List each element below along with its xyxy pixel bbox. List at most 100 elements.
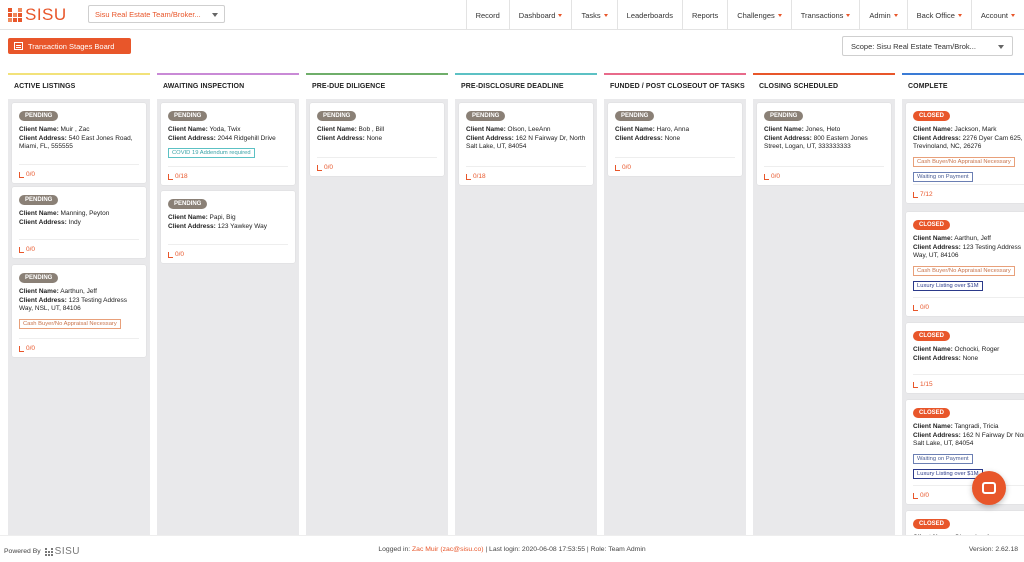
nav-item-challenges[interactable]: Challenges <box>727 0 791 30</box>
transaction-card[interactable]: PENDING Client Name: Manning, Peyton Clien… <box>12 187 146 258</box>
client-address-label: Client Address: <box>913 134 961 142</box>
client-name-label: Client Name: <box>317 126 357 133</box>
task-progress[interactable]: 0/0 <box>764 173 780 180</box>
client-name-label: Client Name: <box>19 210 59 217</box>
nav-item-record[interactable]: Record <box>465 0 509 30</box>
transaction-card[interactable]: PENDING Client Name: Bob , Bill Client Add… <box>310 103 444 176</box>
client-address: Client Address: None <box>913 355 1024 364</box>
client-name-label: Client Name: <box>19 288 59 295</box>
chat-bubble-icon <box>982 482 996 494</box>
task-progress[interactable]: 7/12 <box>913 191 933 198</box>
board-column: ACTIVE LISTINGS PENDING Client Name: Muir … <box>8 73 150 535</box>
column-title: FUNDED / POST CLOSEOUT OF TASKS <box>604 75 746 99</box>
nav-item-label: Dashboard <box>518 10 556 20</box>
task-progress[interactable]: 0/0 <box>168 251 184 258</box>
task-checklist-icon <box>168 251 173 258</box>
client-address-label: Client Address: <box>615 134 663 142</box>
task-progress[interactable]: 0/0 <box>19 246 35 253</box>
nav-item-transactions[interactable]: Transactions <box>790 0 860 30</box>
transaction-tag: Luxury Listing over $1M <box>913 468 983 479</box>
nav-item-admin[interactable]: Admin <box>859 0 906 30</box>
task-checklist-icon <box>317 164 322 171</box>
column-title: CLOSING SCHEDULED <box>753 75 895 99</box>
client-address: Client Address: 162 N Fairway Dr North S… <box>913 432 1024 449</box>
client-name: Client Name: Jones, Heto <box>764 126 884 135</box>
transaction-stages-board-button[interactable]: Transaction Stages Board <box>8 38 131 54</box>
task-checklist-icon <box>764 173 769 180</box>
client-name-label: Client Name: <box>168 126 208 133</box>
transaction-tag: Waiting on Payment <box>913 171 973 182</box>
transaction-card[interactable]: PENDING Client Name: Olson, LeeAnn Client … <box>459 103 593 185</box>
client-name-value: Jones, Heto <box>805 126 841 133</box>
nav-item-dashboard[interactable]: Dashboard <box>508 0 572 30</box>
transaction-tag: Luxury Listing over $1M <box>913 280 983 291</box>
transaction-card[interactable]: CLOSED Client Name: Aarthun, Jeff Client A… <box>906 212 1024 316</box>
task-progress[interactable]: 0/0 <box>615 164 631 171</box>
logged-in-user-link[interactable]: Zac Muir (zac@sisu.co) <box>412 546 483 553</box>
client-name-value: Bob , Bill <box>358 126 385 133</box>
transaction-card[interactable]: CLOSED Client Name: Tangradi, Tricia Clien… <box>906 400 1024 504</box>
client-address: Client Address: 123 Testing Address Way,… <box>19 297 139 314</box>
nav-item-account[interactable]: Account <box>970 0 1024 30</box>
chevron-down-icon <box>212 13 218 17</box>
status-badge: CLOSED <box>913 408 951 418</box>
card-divider <box>913 374 1024 375</box>
client-name-label: Client Name: <box>913 346 953 353</box>
footer: Powered By SISU Logged in: Zac Muir (zac… <box>0 535 1024 562</box>
version: Version: 2.62.18 <box>968 546 1018 553</box>
client-name: Client Name: Bob , Bill <box>317 126 437 135</box>
task-count: 0/0 <box>920 304 930 311</box>
task-progress[interactable]: 0/18 <box>168 173 188 180</box>
task-progress[interactable]: 1/15 <box>913 381 933 388</box>
transaction-card[interactable]: CLOSED Client Name: Ochocki, Roger Client … <box>906 323 1024 393</box>
client-name-label: Client Name: <box>764 126 804 133</box>
transaction-card[interactable]: CLOSEDClient Name: Olson, LeeAnnClient A… <box>906 511 1024 535</box>
task-progress[interactable]: 0/0 <box>913 304 929 311</box>
task-count: 0/0 <box>771 173 781 180</box>
nav-item-label: Leaderboards <box>626 10 673 20</box>
nav-item-label: Reports <box>691 10 719 20</box>
caret-down-icon <box>777 13 782 17</box>
tag-list: Cash Buyer/No Appraisal Necessary Waiting… <box>913 152 1024 182</box>
client-address: Client Address: 2044 Ridgehill Drive <box>168 135 288 144</box>
column-title: COMPLETE <box>902 75 1024 99</box>
nav-item-leaderboards[interactable]: Leaderboards <box>616 0 682 30</box>
task-count: 0/0 <box>26 246 36 253</box>
nav-item-back-office[interactable]: Back Office <box>906 0 971 30</box>
nav-item-tasks[interactable]: Tasks <box>571 0 616 30</box>
status-badge: PENDING <box>615 111 655 121</box>
transaction-card[interactable]: PENDING Client Name: Papi, Big Client Addr… <box>161 191 295 263</box>
board-button-label: Transaction Stages Board <box>28 41 115 51</box>
status-badge: PENDING <box>764 111 804 121</box>
board-column: AWAITING INSPECTION PENDING Client Name: Y… <box>157 73 299 535</box>
card-divider <box>317 157 437 158</box>
team-select-value: Sisu Real Estate Team/Broker... <box>95 9 201 19</box>
client-address-label: Client Address: <box>19 218 67 226</box>
client-name: Client Name: Muir , Zac <box>19 126 139 135</box>
transaction-card[interactable]: PENDING Client Name: Jones, Heto Client Ad… <box>757 103 891 185</box>
transaction-card[interactable]: PENDING Client Name: Muir , Zac Client Add… <box>12 103 146 183</box>
team-select[interactable]: Sisu Real Estate Team/Broker... <box>88 5 225 23</box>
client-address-label: Client Address: <box>466 134 514 142</box>
task-progress[interactable]: 0/0 <box>913 492 929 499</box>
sisu-logo[interactable]: SISU <box>8 5 67 24</box>
task-progress[interactable]: 0/0 <box>19 171 35 178</box>
transaction-card[interactable]: PENDING Client Name: Yoda, Twix Client Add… <box>161 103 295 185</box>
task-progress[interactable]: 0/0 <box>317 164 333 171</box>
scope-select[interactable]: Scope: Sisu Real Estate Team/Brok... <box>842 36 1013 56</box>
task-count: 0/0 <box>26 171 36 178</box>
client-name-value: Papi, Big <box>209 214 236 221</box>
transaction-card[interactable]: PENDING Client Name: Haro, Anna Client Add… <box>608 103 742 176</box>
client-address-value: 123 Yawkey Way <box>217 222 267 230</box>
client-address-value: None <box>366 134 383 142</box>
status-badge: PENDING <box>168 199 208 209</box>
task-progress[interactable]: 0/18 <box>466 173 486 180</box>
client-name-value: Jackson, Mark <box>954 126 997 133</box>
nav-item-label: Tasks <box>581 10 601 20</box>
task-progress[interactable]: 0/0 <box>19 345 35 352</box>
client-name: Client Name: Papi, Big <box>168 214 288 223</box>
transaction-card[interactable]: PENDING Client Name: Aarthun, Jeff Client … <box>12 265 146 357</box>
nav-item-reports[interactable]: Reports <box>681 0 727 30</box>
chat-launcher-button[interactable] <box>972 471 1006 505</box>
transaction-card[interactable]: CLOSED Client Name: Jackson, Mark Client A… <box>906 103 1024 203</box>
